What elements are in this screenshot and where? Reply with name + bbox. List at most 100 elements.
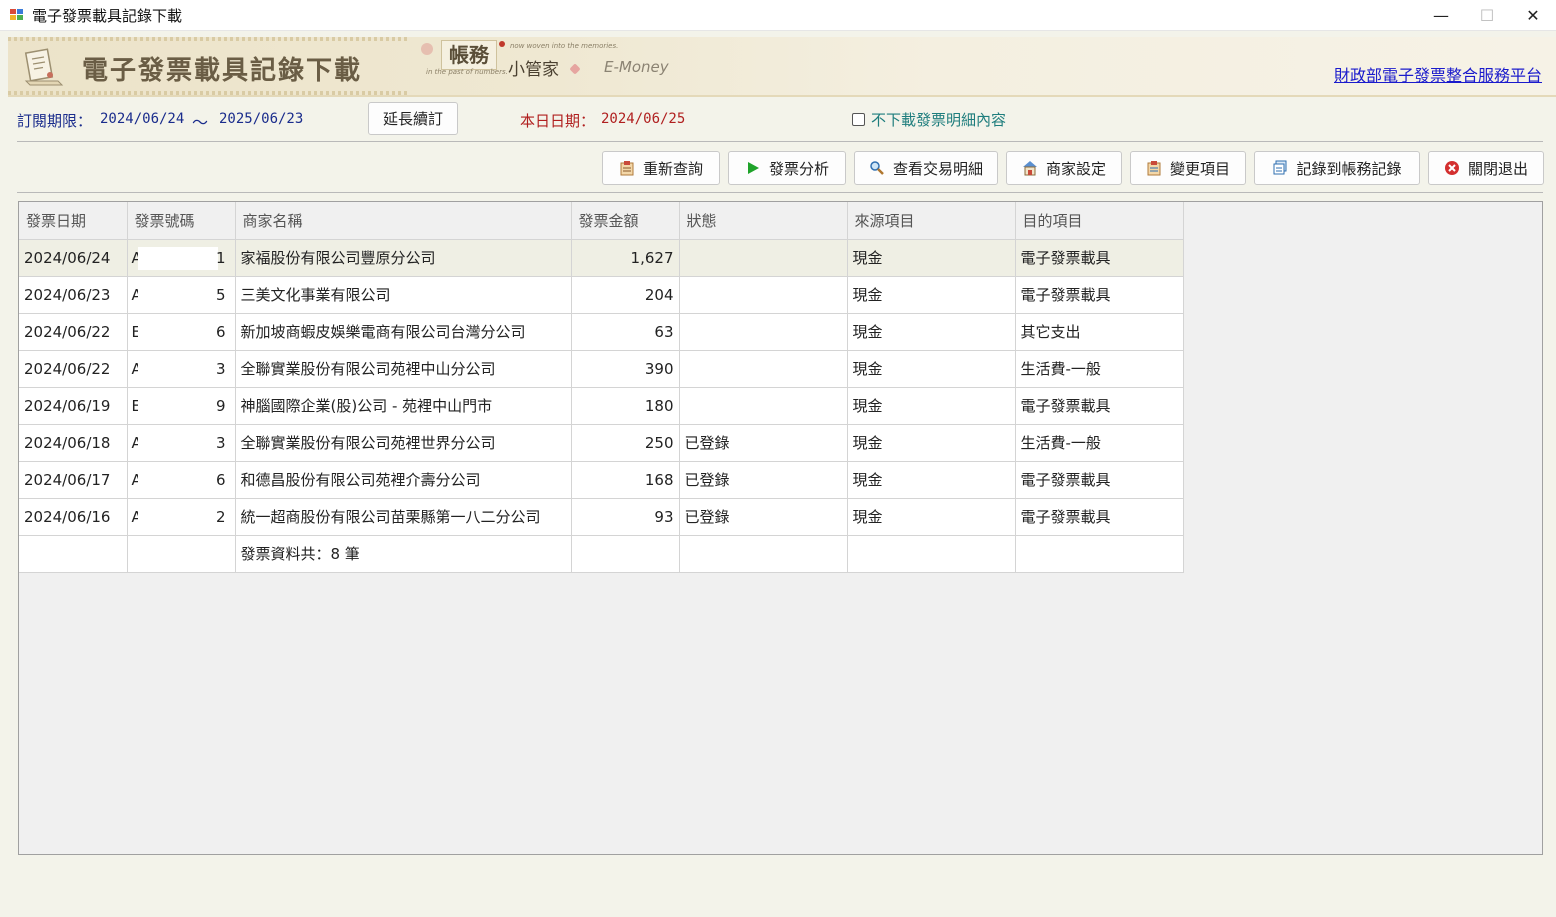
cell-amount: 180 <box>571 387 680 425</box>
cell-invoice-no: A5 <box>127 276 236 314</box>
col-header-merchant[interactable]: 商家名稱 <box>235 202 572 240</box>
invoice-suffix: 3 <box>215 433 226 452</box>
cell-date: 2024/06/24 <box>19 239 128 277</box>
redaction-mask <box>137 505 218 529</box>
view-detail-button[interactable]: 查看交易明細 <box>854 151 998 185</box>
table-row[interactable]: 2024/06/16 A2 統一超商股份有限公司苗栗縣第一八二分公司 93 已登… <box>19 498 1184 536</box>
brand-sub: 小管家 <box>508 60 559 80</box>
invoice-suffix: 1 <box>215 248 226 267</box>
subscription-start: 2024/06/24 <box>100 111 185 127</box>
no-detail-checkbox[interactable]: 不下載發票明細內容 <box>852 109 1006 130</box>
close-button[interactable]: ✕ <box>1510 0 1556 31</box>
cell-source: 現金 <box>847 498 1016 536</box>
brand-tagline-2: in the past of numbers. <box>426 68 508 76</box>
invoice-suffix: 2 <box>215 507 226 526</box>
cell-empty <box>847 535 1016 573</box>
invoice-suffix: 6 <box>215 322 226 341</box>
cell-empty <box>127 535 236 573</box>
cell-merchant: 三美文化事業有限公司 <box>235 276 572 314</box>
col-header-status[interactable]: 狀態 <box>679 202 848 240</box>
table-row[interactable]: 2024/06/22 A3 全聯實業股份有限公司苑裡中山分公司 390 現金 生… <box>19 350 1184 388</box>
cell-date: 2024/06/22 <box>19 350 128 388</box>
merchant-settings-label: 商家設定 <box>1045 159 1106 178</box>
cell-target: 其它支出 <box>1015 313 1184 351</box>
requery-button[interactable]: 重新查詢 <box>602 151 720 185</box>
cell-source: 現金 <box>847 424 1016 462</box>
cell-status: 已登錄 <box>679 498 848 536</box>
col-header-date[interactable]: 發票日期 <box>19 202 128 240</box>
col-header-source[interactable]: 來源項目 <box>847 202 1016 240</box>
redaction-mask <box>137 357 218 381</box>
cell-date: 2024/06/18 <box>19 424 128 462</box>
table-row[interactable]: 2024/06/23 A5 三美文化事業有限公司 204 現金 電子發票載具 <box>19 276 1184 314</box>
redaction-mask <box>137 468 218 492</box>
record-to-ledger-button[interactable]: 記錄到帳務記錄 <box>1254 151 1420 185</box>
redaction-mask <box>137 431 218 455</box>
minimize-button[interactable]: — <box>1418 0 1464 31</box>
cell-merchant: 和德昌股份有限公司苑裡介壽分公司 <box>235 461 572 499</box>
cell-invoice-no: A2 <box>127 498 236 536</box>
analyze-button[interactable]: 發票分析 <box>728 151 846 185</box>
cell-invoice-no: A1 <box>127 239 236 277</box>
table-row[interactable]: 2024/06/19 E9 神腦國際企業(股)公司 - 苑裡中山門市 180 現… <box>19 387 1184 425</box>
maximize-button[interactable]: ☐ <box>1464 0 1510 31</box>
cell-target: 生活費-一般 <box>1015 424 1184 462</box>
cell-invoice-no: E9 <box>127 387 236 425</box>
cell-amount: 63 <box>571 313 680 351</box>
cell-date: 2024/06/17 <box>19 461 128 499</box>
merchant-settings-button[interactable]: 商家設定 <box>1006 151 1122 185</box>
cell-source: 現金 <box>847 239 1016 277</box>
col-header-amount[interactable]: 發票金額 <box>571 202 680 240</box>
clipboard-icon <box>1146 160 1162 176</box>
table-row[interactable]: 2024/06/17 A6 和德昌股份有限公司苑裡介壽分公司 168 已登錄 現… <box>19 461 1184 499</box>
subscription-row: 訂閱期限： 2024/06/24 〜 2025/06/23 延長續訂 本日日期：… <box>17 102 1547 136</box>
heart-icon <box>569 63 581 75</box>
invoice-grid[interactable]: 發票日期 發票號碼 商家名稱 發票金額 狀態 來源項目 目的項目 2024/06… <box>18 201 1543 855</box>
cell-merchant: 神腦國際企業(股)公司 - 苑裡中山門市 <box>235 387 572 425</box>
table-row[interactable]: 2024/06/22 E6 新加坡商蝦皮娛樂電商有限公司台灣分公司 63 現金 … <box>19 313 1184 351</box>
cell-amount: 168 <box>571 461 680 499</box>
today-label: 本日日期： <box>520 112 596 130</box>
table-row[interactable]: 2024/06/24 A1 家福股份有限公司豐原分公司 1,627 現金 電子發… <box>19 239 1184 277</box>
change-item-button[interactable]: 變更項目 <box>1130 151 1246 185</box>
close-circle-icon <box>1444 160 1460 176</box>
summary-row: 發票資料共：8 筆 <box>19 535 1184 573</box>
invoice-table: 發票日期 發票號碼 商家名稱 發票金額 狀態 來源項目 目的項目 2024/06… <box>19 202 1184 573</box>
extend-subscription-button[interactable]: 延長續訂 <box>368 102 458 135</box>
cell-date: 2024/06/16 <box>19 498 128 536</box>
cell-amount: 250 <box>571 424 680 462</box>
col-header-target[interactable]: 目的項目 <box>1015 202 1184 240</box>
requery-label: 重新查詢 <box>642 159 703 178</box>
change-item-label: 變更項目 <box>1169 159 1230 178</box>
record-to-ledger-label: 記錄到帳務記錄 <box>1296 159 1402 178</box>
analyze-label: 發票分析 <box>768 159 829 178</box>
cell-status: 已登錄 <box>679 461 848 499</box>
cell-invoice-no: A6 <box>127 461 236 499</box>
redaction-mask <box>137 320 218 344</box>
checkbox-icon[interactable] <box>852 113 865 126</box>
close-exit-button[interactable]: 關閉退出 <box>1428 151 1544 185</box>
banner-title: 電子發票載具記錄下載 <box>82 56 363 86</box>
subscription-tilde: 〜 <box>192 113 209 132</box>
subscription-end: 2025/06/23 <box>219 111 304 127</box>
cell-status <box>679 350 848 388</box>
cell-empty <box>19 535 128 573</box>
brand-main: 帳務 <box>441 40 497 70</box>
table-row[interactable]: 2024/06/18 A3 全聯實業股份有限公司苑裡世界分公司 250 已登錄 … <box>19 424 1184 462</box>
cell-status <box>679 387 848 425</box>
banner-stripe-bottom <box>8 91 408 95</box>
col-header-invoice-no[interactable]: 發票號碼 <box>127 202 236 240</box>
today-value: 2024/06/25 <box>601 111 686 127</box>
redaction-mask <box>137 394 218 418</box>
banner-stripe-top <box>8 37 408 41</box>
cell-target: 生活費-一般 <box>1015 350 1184 388</box>
brand-circle <box>421 43 433 55</box>
cell-target: 電子發票載具 <box>1015 239 1184 277</box>
refresh-icon <box>619 160 635 176</box>
gov-platform-link[interactable]: 財政部電子發票整合服務平台 <box>1334 62 1542 86</box>
summary-count: 發票資料共：8 筆 <box>235 535 572 573</box>
ledger-icon <box>1272 160 1288 176</box>
invoice-suffix: 9 <box>215 396 226 415</box>
cell-target: 電子發票載具 <box>1015 276 1184 314</box>
redaction-mask <box>137 283 218 307</box>
